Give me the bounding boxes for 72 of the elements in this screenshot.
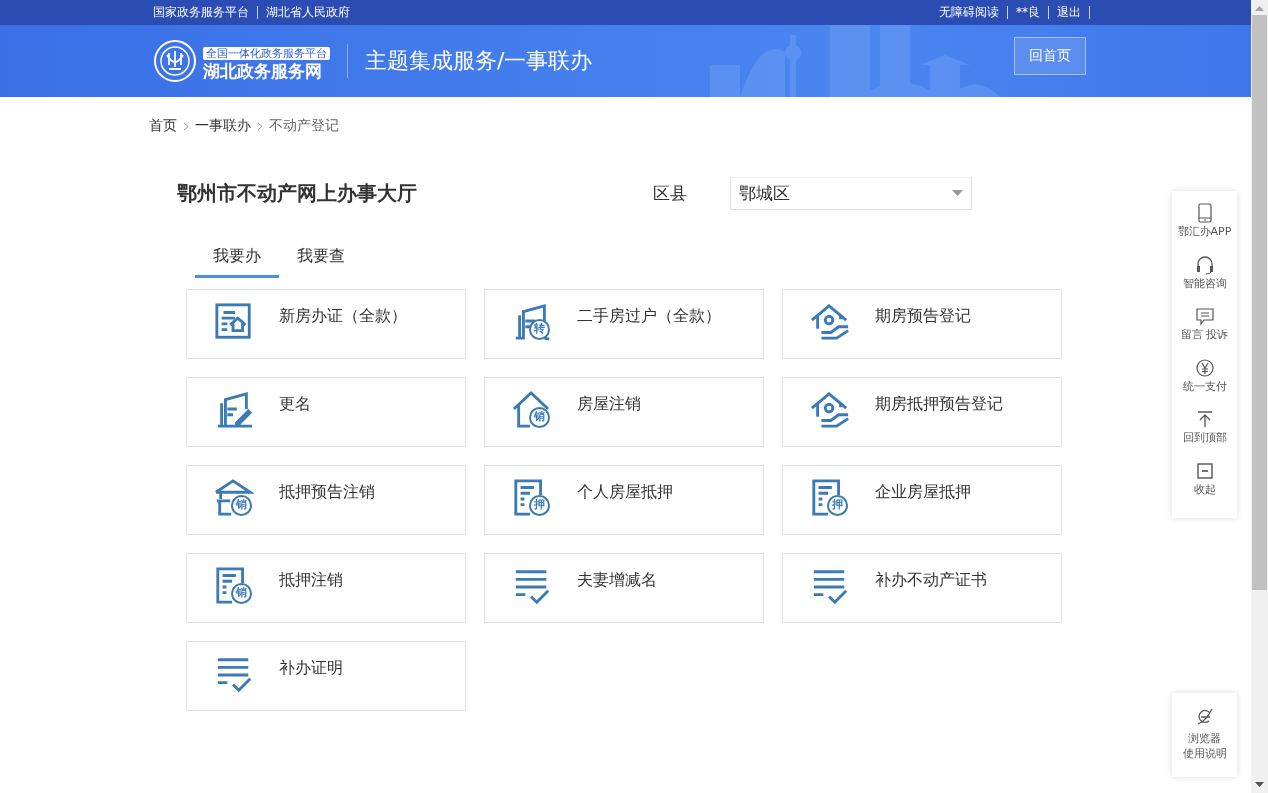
- side-tool-label[interactable]: 收起: [1193, 481, 1216, 497]
- icon-badge: 销: [231, 495, 252, 516]
- scroll-down-icon[interactable]: [1255, 782, 1264, 787]
- house-hand-icon: [810, 302, 850, 342]
- service-label: 二手房过户（全款）: [577, 306, 721, 327]
- service-card[interactable]: 期房抵押预告登记: [782, 377, 1062, 447]
- service-card[interactable]: 销 抵押注销: [186, 553, 466, 623]
- scrollbar-thumb[interactable]: [1252, 15, 1267, 590]
- house-icon: [512, 390, 552, 430]
- scrollbar[interactable]: [1251, 0, 1268, 793]
- top-link[interactable]: 退出: [1057, 5, 1081, 19]
- house-icon: [214, 478, 254, 518]
- side-tool-label[interactable]: 鄂汇办APP: [1177, 224, 1232, 239]
- page-title: 主题集成服务/一事联办: [365, 47, 593, 75]
- service-label: 抵押注销: [279, 570, 343, 591]
- top-link[interactable]: 国家政务服务平台: [153, 5, 249, 19]
- breadcrumb-link[interactable]: 首页: [149, 117, 177, 135]
- service-card[interactable]: 更名: [186, 377, 466, 447]
- caret-icon: [952, 190, 963, 196]
- yen-coin-icon[interactable]: [1194, 357, 1215, 378]
- service-card[interactable]: 押 个人房屋抵押: [484, 465, 764, 535]
- service-card[interactable]: 补办不动产证书: [782, 553, 1062, 623]
- service-card[interactable]: 期房预告登记: [782, 289, 1062, 359]
- tab[interactable]: 我要办: [195, 240, 279, 278]
- service-label: 期房抵押预告登记: [875, 394, 1003, 415]
- service-card[interactable]: 销 房屋注销: [484, 377, 764, 447]
- service-label: 抵押预告注销: [279, 482, 375, 503]
- service-label: 夫妻增减名: [577, 570, 657, 591]
- chat-icon[interactable]: [1194, 306, 1215, 326]
- top-link[interactable]: 无障碍阅读: [939, 5, 999, 19]
- icon-badge: 转: [529, 319, 550, 340]
- icon-badge: 销: [231, 583, 252, 604]
- chevron-icon: [257, 121, 263, 131]
- icon-badge: 销: [529, 407, 550, 428]
- hall-title: 鄂州市不动产网上办事大厅: [177, 179, 418, 207]
- service-label: 企业房屋抵押: [875, 482, 971, 503]
- service-card[interactable]: 新房办证（全款）: [186, 289, 466, 359]
- service-label: 补办不动产证书: [875, 570, 987, 591]
- side-tool-label[interactable]: 回到顶部: [1182, 430, 1227, 445]
- emblem-icon: [153, 39, 197, 83]
- service-label: 个人房屋抵押: [577, 482, 673, 503]
- side-tool-label[interactable]: 留言 投诉: [1180, 327, 1229, 342]
- house-hand-icon: [810, 390, 850, 430]
- top-link[interactable]: 湖北省人民政府: [266, 5, 350, 19]
- side-tool-label[interactable]: 统一支付: [1182, 378, 1227, 394]
- browser-help-label: 浏览器: [1187, 731, 1222, 746]
- district-dropdown[interactable]: 鄂城区: [730, 176, 972, 210]
- service-label: 新房办证（全款）: [279, 306, 407, 327]
- service-card[interactable]: 押 企业房屋抵押: [782, 465, 1062, 535]
- collapse-icon[interactable]: [1194, 460, 1215, 481]
- service-label: 期房预告登记: [875, 306, 971, 327]
- browser-help-panel[interactable]: 浏览器 使用说明: [1172, 693, 1237, 777]
- document-house-icon: [214, 302, 254, 342]
- chevron-icon: [183, 121, 189, 131]
- tab[interactable]: 我要查: [279, 240, 363, 278]
- browser-help-label: 使用说明: [1182, 746, 1227, 761]
- top-link[interactable]: **良: [1016, 5, 1040, 19]
- service-card[interactable]: 补办证明: [186, 641, 466, 711]
- logo-tagline: 全国一体化政务服务平台: [203, 46, 330, 60]
- service-label: 房屋注销: [577, 394, 641, 415]
- icon-badge: 押: [529, 495, 550, 516]
- breadcrumb-link[interactable]: 一事联办: [195, 117, 251, 135]
- service-card[interactable]: 夫妻增减名: [484, 553, 764, 623]
- service-label: 补办证明: [279, 658, 343, 679]
- logo-name: 湖北政务服务网: [203, 60, 323, 81]
- headset-icon[interactable]: [1194, 254, 1215, 275]
- district-label: 区县: [653, 181, 688, 205]
- service-card[interactable]: 销 抵押预告注销: [186, 465, 466, 535]
- service-label: 更名: [279, 394, 311, 415]
- side-tool-label[interactable]: 智能咨询: [1182, 275, 1227, 291]
- service-card[interactable]: 转 二手房过户（全款）: [484, 289, 764, 359]
- icon-badge: 押: [827, 495, 848, 516]
